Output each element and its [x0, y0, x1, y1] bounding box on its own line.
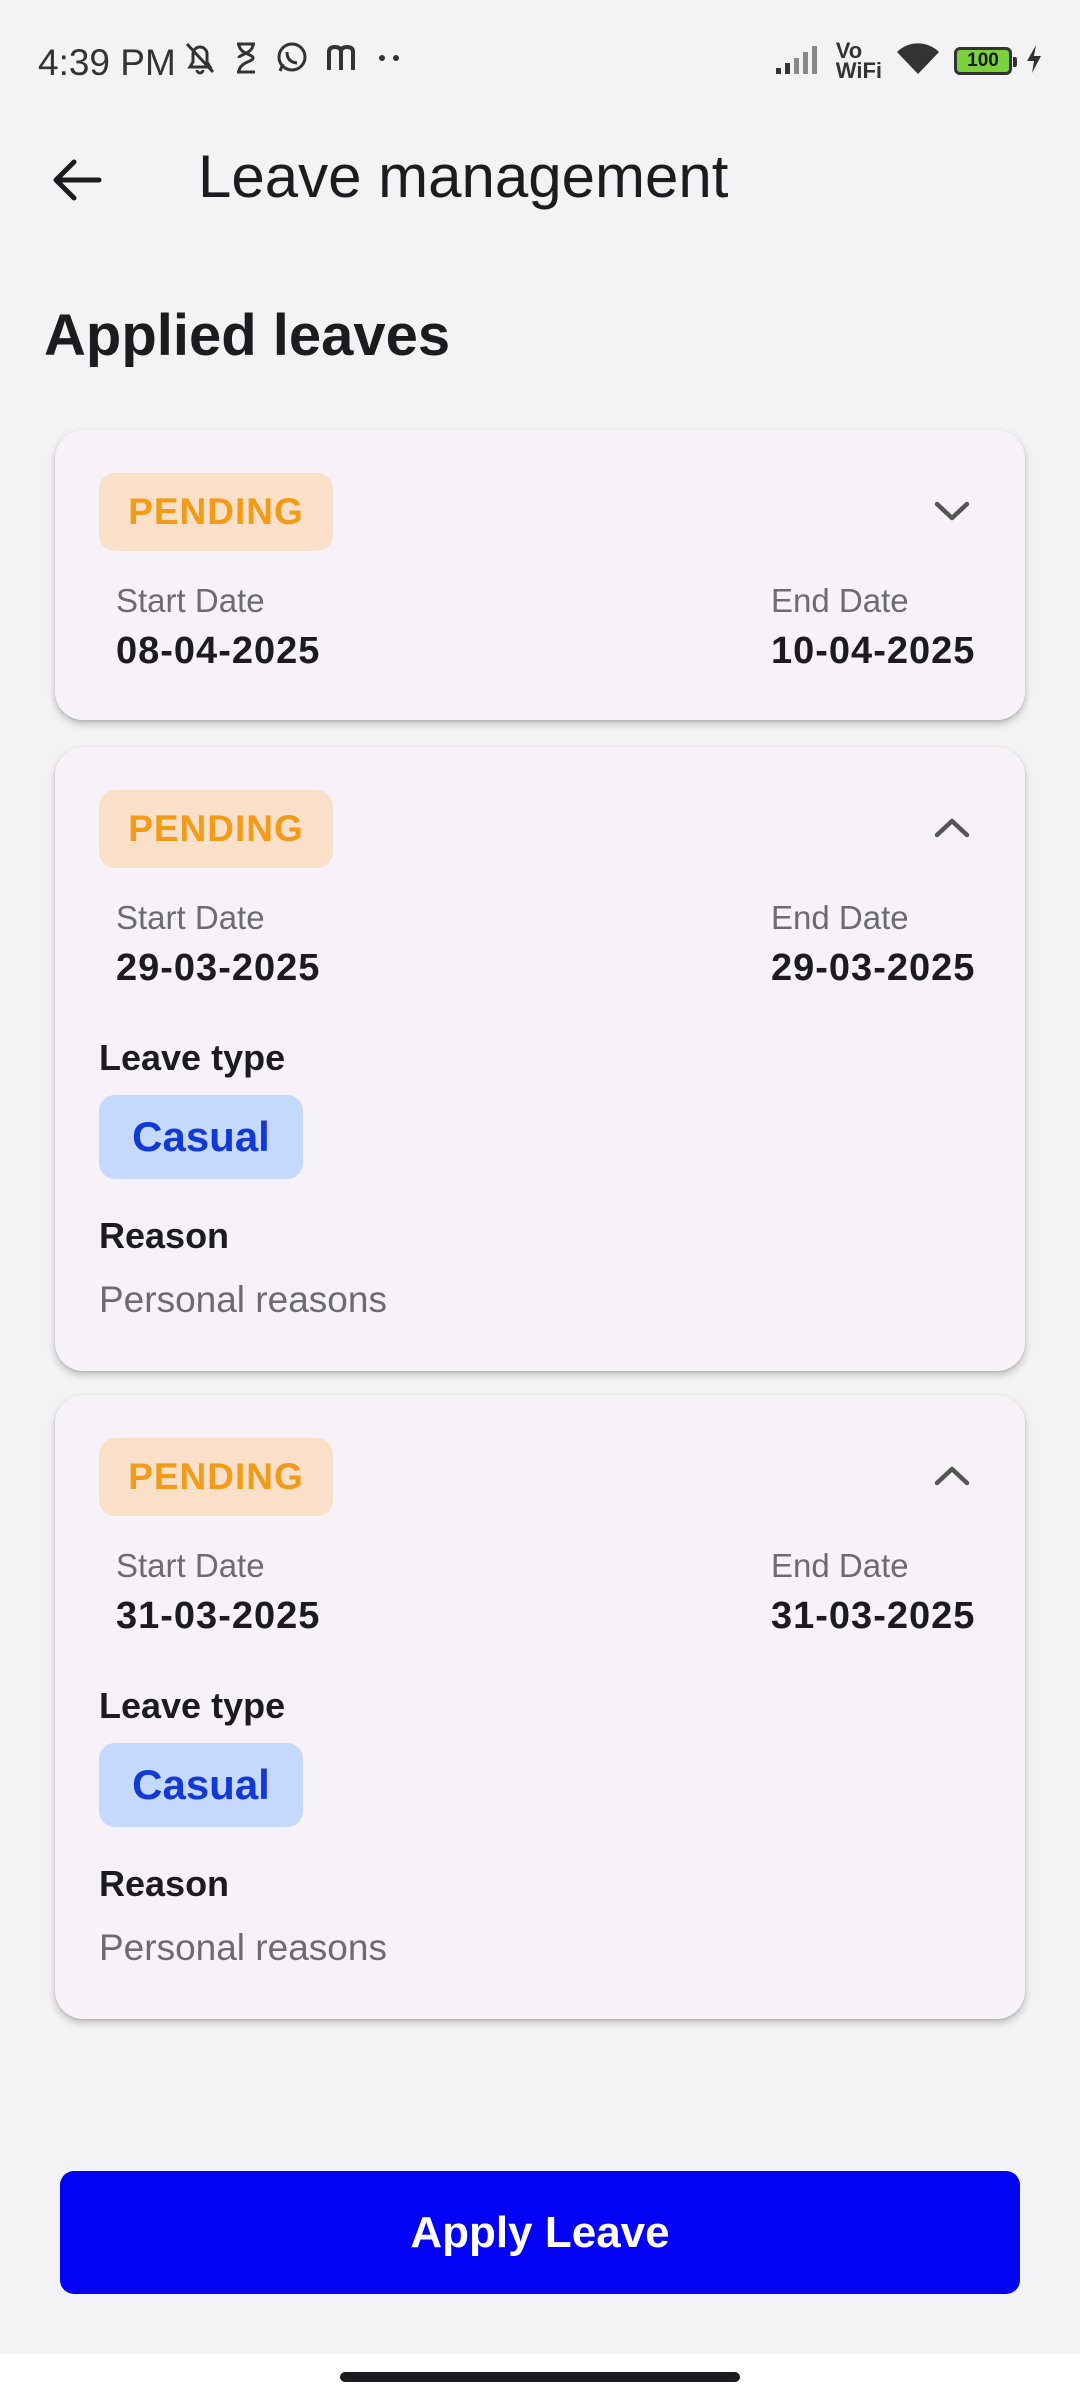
start-date-value: 08-04-2025 [116, 630, 321, 672]
back-button[interactable] [40, 150, 114, 210]
whatsapp-icon [274, 40, 310, 81]
start-date-label: Start Date [116, 582, 265, 619]
charging-icon [1024, 43, 1044, 80]
system-icons: Vo WiFi 100 [774, 38, 1044, 84]
notification-icons [182, 40, 404, 80]
status-badge: PENDING [99, 473, 333, 551]
end-date-label: End Date [771, 1547, 909, 1584]
collapse-button[interactable] [927, 803, 977, 853]
start-date-label: Start Date [116, 899, 265, 936]
battery-icon: 100 [954, 47, 1017, 75]
app-bar: Leave management [0, 120, 1080, 240]
chevron-up-icon [934, 818, 970, 838]
arrow-left-icon [53, 159, 102, 201]
end-date-value: 10-04-2025 [771, 630, 976, 672]
end-date-value: 29-03-2025 [771, 947, 976, 989]
wifi-icon [894, 40, 942, 83]
status-bar: 4:39 PM Vo WiFi 100 [0, 0, 1080, 120]
end-date-label: End Date [771, 582, 909, 619]
vowifi-line-2: WiFi [835, 58, 882, 83]
section-title: Applied leaves [44, 303, 451, 368]
leave-card[interactable]: PENDING Start Date 29-03-2025 End Date 2… [55, 747, 1025, 1371]
end-date-label: End Date [771, 899, 909, 936]
leave-type-badge: Casual [99, 1095, 303, 1179]
leave-type-label: Leave type [99, 1037, 286, 1078]
leave-card[interactable]: PENDING Start Date 31-03-2025 End Date 3… [55, 1395, 1025, 2019]
expand-button[interactable] [927, 486, 977, 536]
leave-type-badge: Casual [99, 1743, 303, 1827]
page-title: Leave management [198, 143, 729, 210]
signal-icon [774, 42, 824, 81]
apply-leave-button[interactable]: Apply Leave [60, 2171, 1020, 2294]
reason-label: Reason [99, 1215, 230, 1256]
leave-card[interactable]: PENDING Start Date 08-04-2025 End Date 1… [55, 430, 1025, 720]
reason-label: Reason [99, 1863, 230, 1904]
more-dots-icon [374, 48, 404, 73]
collapse-button[interactable] [927, 1451, 977, 1501]
status-time: 4:39 PM [38, 42, 176, 83]
hourglass-icon [232, 40, 260, 81]
chevron-down-icon [934, 501, 970, 521]
bell-off-icon [182, 39, 218, 82]
start-date-value: 29-03-2025 [116, 947, 321, 989]
leave-type-label: Leave type [99, 1685, 286, 1726]
status-badge: PENDING [99, 790, 333, 868]
status-badge: PENDING [99, 1438, 333, 1516]
navigation-bar [0, 2354, 1080, 2400]
home-indicator[interactable] [340, 2372, 740, 2382]
end-date-value: 31-03-2025 [771, 1595, 976, 1637]
start-date-value: 31-03-2025 [116, 1595, 321, 1637]
m-app-icon [324, 40, 360, 81]
vowifi-indicator: Vo WiFi [835, 40, 882, 83]
chevron-up-icon [934, 1466, 970, 1486]
reason-text: Personal reasons [99, 1279, 387, 1320]
start-date-label: Start Date [116, 1547, 265, 1584]
reason-text: Personal reasons [99, 1927, 387, 1968]
